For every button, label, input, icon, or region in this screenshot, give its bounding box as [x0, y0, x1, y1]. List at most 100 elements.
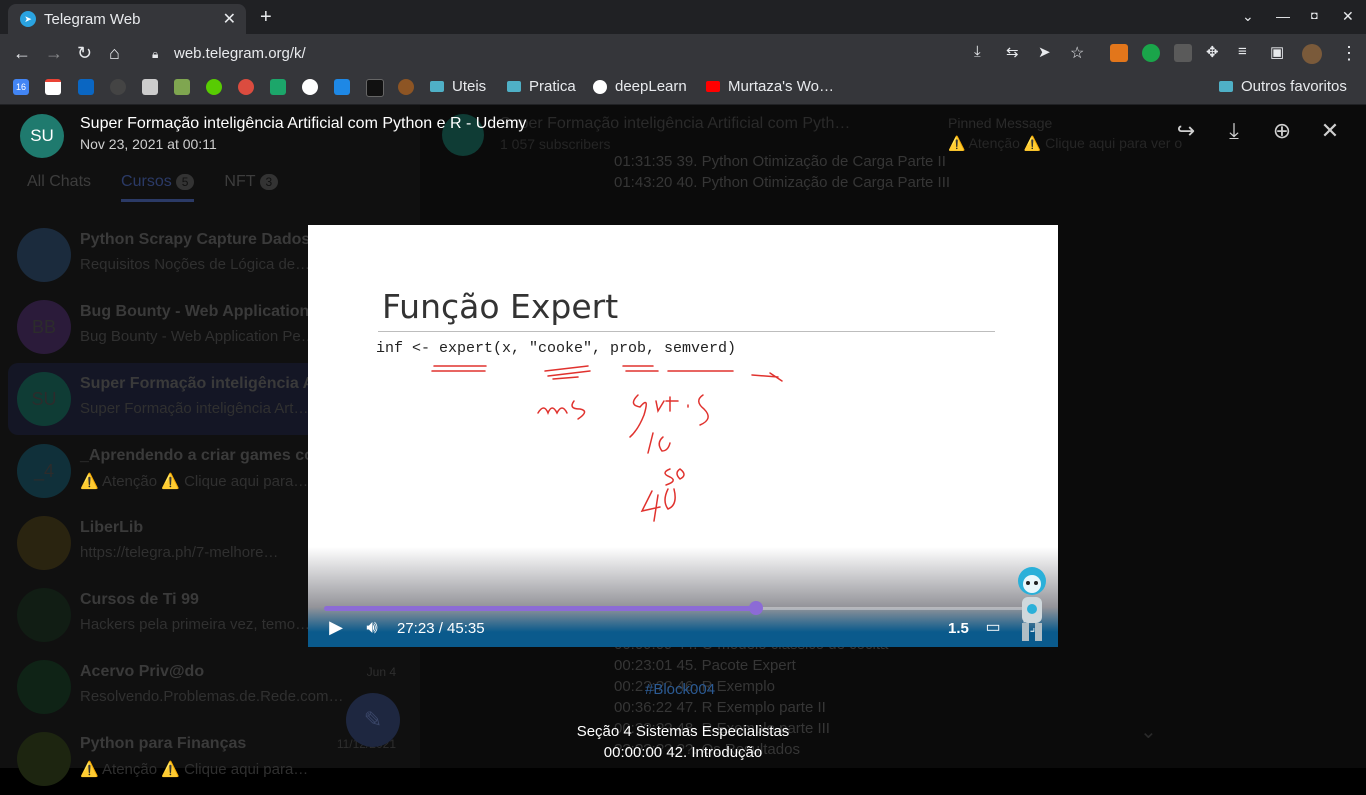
- caption-line: Seção 4 Sistemas Especialistas: [576, 723, 790, 740]
- chat-preview: Resolvendo.Problemas.de.Rede.com…: [80, 688, 344, 705]
- video-player[interactable]: Função Expert inf <- expert(x, "cooke", …: [308, 225, 1058, 647]
- new-tab-button[interactable]: +: [260, 6, 272, 29]
- caption-line: 00:00:00 42. Introdução: [603, 744, 763, 761]
- viewer-avatar[interactable]: SU: [20, 114, 64, 158]
- bookmark-green-icon[interactable]: [270, 79, 286, 95]
- robot-mascot: [1018, 567, 1046, 641]
- bookmark-folder-pratica[interactable]: Pratica: [507, 78, 576, 95]
- home-icon[interactable]: ⌂: [109, 43, 120, 64]
- folder-icon: [430, 81, 444, 92]
- send-icon[interactable]: ➤: [1038, 43, 1051, 61]
- todoist-icon[interactable]: [238, 79, 254, 95]
- caption-hashtag[interactable]: #Block004: [645, 681, 715, 698]
- avatar: [17, 516, 71, 570]
- folder-tabs: All Chats Cursos 5 NFT 3: [27, 173, 279, 202]
- chat-preview: Bug Bounty - Web Application Pe…: [80, 328, 316, 345]
- avatar: [17, 228, 71, 282]
- viewer-date: Nov 23, 2021 at 00:11: [80, 136, 217, 152]
- bookmark-brown-icon[interactable]: [398, 79, 414, 95]
- pip-icon[interactable]: ▭: [982, 617, 1004, 637]
- progress-track[interactable]: [756, 607, 1042, 610]
- add-extension-icon[interactable]: [1142, 44, 1160, 62]
- address-bar[interactable]: 🔒︎ web.telegram.org/k/: [140, 38, 940, 68]
- gmail-icon[interactable]: [45, 79, 61, 95]
- media-viewer-header: SU Super Formação inteligência Artificia…: [0, 105, 1366, 161]
- close-icon[interactable]: ✕: [1316, 117, 1344, 145]
- maximize-button[interactable]: ◘: [1311, 10, 1318, 22]
- folder-icon: [1219, 81, 1233, 92]
- bookmark-murtaza[interactable]: Murtaza's Wo…: [706, 78, 834, 95]
- wordpress-icon: [593, 79, 607, 94]
- message-line: 01:43:20 40. Python Otimização de Carga …: [614, 174, 951, 191]
- sidepanel-icon[interactable]: ▣: [1270, 43, 1284, 61]
- chat-preview: ⚠️ Atenção ⚠️ Clique aqui para…: [80, 473, 309, 490]
- chat-preview: ⚠️ Atenção ⚠️ Clique aqui para…: [80, 761, 309, 778]
- bookmark-dark-icon[interactable]: [366, 79, 384, 97]
- forward-icon[interactable]: ↪: [1172, 117, 1200, 145]
- profile-avatar[interactable]: [1302, 44, 1322, 64]
- avatar: BB: [17, 300, 71, 354]
- chat-preview: Hackers pela primeira vez, temo…: [80, 616, 311, 633]
- linkedin-icon[interactable]: [78, 79, 94, 95]
- play-icon[interactable]: ▶: [326, 617, 346, 637]
- progress-bar[interactable]: [324, 606, 756, 611]
- youtube-icon: [706, 81, 720, 92]
- chat-title: Cursos de Ti 99: [80, 591, 199, 608]
- viewer-title[interactable]: Super Formação inteligência Artificial c…: [80, 115, 526, 133]
- message-line: 00:36:22 47. R Exemplo parte II: [614, 699, 826, 716]
- bookmark-app-icon[interactable]: [142, 79, 158, 95]
- telegram-favicon-icon: ➤: [20, 11, 36, 27]
- other-bookmarks[interactable]: Outros favoritos: [1219, 78, 1347, 95]
- tab-search-icon[interactable]: ⌄: [1242, 8, 1254, 25]
- bookmark-white-icon[interactable]: [302, 79, 318, 95]
- bookmark-star-icon[interactable]: ☆: [1070, 43, 1084, 63]
- duolingo-icon[interactable]: [206, 79, 222, 95]
- lock-icon: 🔒︎: [152, 47, 159, 61]
- bookmark-folder-uteis[interactable]: Uteis: [430, 78, 486, 95]
- chat-preview: Requisitos Noções de Lógica de…: [80, 256, 311, 273]
- avatar: SU: [17, 372, 71, 426]
- url-text: web.telegram.org/k/: [174, 44, 306, 62]
- download-icon[interactable]: ⤓: [1220, 117, 1248, 145]
- chat-preview: https://telegra.ph/7-melhore…: [80, 544, 279, 561]
- close-tab-icon[interactable]: ✕: [223, 9, 236, 29]
- tab-title: Telegram Web: [44, 10, 141, 28]
- progress-knob[interactable]: [749, 601, 763, 615]
- chess-icon[interactable]: [174, 79, 190, 95]
- tab-nft[interactable]: NFT 3: [224, 173, 279, 202]
- zoom-icon[interactable]: ⊕: [1268, 117, 1296, 145]
- chat-title: Acervo Priv@do: [80, 663, 205, 680]
- github-icon[interactable]: [110, 79, 126, 95]
- chat-date: Jun 4: [366, 665, 396, 679]
- reload-icon[interactable]: ↻: [77, 43, 92, 64]
- forward-icon[interactable]: →: [45, 43, 63, 64]
- message-line: 00:23:01 45. Pacote Expert: [614, 657, 796, 674]
- browser-toolbar: ← → ↻ ⌂ 🔒︎ web.telegram.org/k/ ⤓ ⇆ ➤ ☆ ✥…: [0, 34, 1366, 72]
- minimize-button[interactable]: —: [1276, 8, 1290, 24]
- playback-speed[interactable]: 1.5: [948, 620, 969, 637]
- close-window-button[interactable]: ✕: [1342, 8, 1354, 25]
- chat-title: _Aprendendo a criar games com…: [80, 447, 345, 464]
- chat-title: Python Scrapy Capture Dados W…: [80, 231, 346, 248]
- media-icon[interactable]: ≡: [1238, 43, 1247, 60]
- chat-preview: Super Formação inteligência Art…: [80, 400, 309, 417]
- chat-title: LiberLib: [80, 519, 144, 536]
- volume-icon[interactable]: 🔊︎: [360, 617, 384, 637]
- bookmark-blue-icon[interactable]: [334, 79, 350, 95]
- video-time: 27:23 / 45:35: [397, 620, 485, 637]
- calendar-icon[interactable]: 16: [13, 79, 29, 95]
- avatar: [17, 588, 71, 642]
- install-icon[interactable]: ⤓: [974, 43, 981, 60]
- back-icon[interactable]: ←: [13, 43, 31, 64]
- browser-tab[interactable]: ➤ Telegram Web ✕: [8, 4, 246, 34]
- bookmarks-bar: 16 Uteis Pratica deepLearn Murtaza's Wo……: [0, 72, 1366, 105]
- menu-icon[interactable]: ⋮: [1340, 43, 1358, 64]
- puzzle-icon[interactable]: ✥: [1206, 43, 1219, 61]
- metamask-extension-icon[interactable]: [1110, 44, 1128, 62]
- bookmark-deeplearn[interactable]: deepLearn: [593, 78, 687, 95]
- translate-icon[interactable]: ⇆: [1006, 43, 1019, 61]
- tab-strip: ➤ Telegram Web ✕ + ⌄ — ◘ ✕: [0, 0, 1366, 34]
- extension-icon[interactable]: [1174, 44, 1192, 62]
- tab-all-chats[interactable]: All Chats: [27, 173, 91, 202]
- tab-cursos[interactable]: Cursos 5: [121, 173, 195, 202]
